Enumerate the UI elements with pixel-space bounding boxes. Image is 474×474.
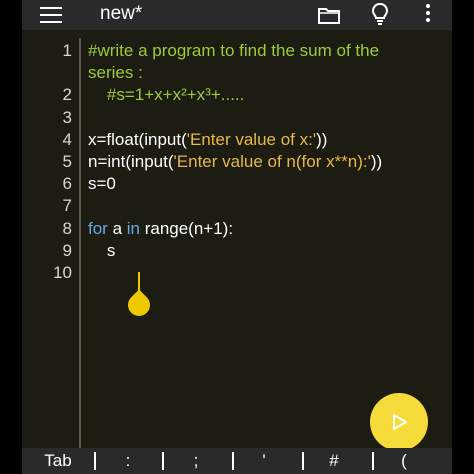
code-text: n=int(input('Enter value of n(for x**n):… (88, 151, 382, 173)
code-line[interactable]: 7 (22, 195, 452, 217)
key-open-paren[interactable]: ( (380, 448, 428, 474)
code-token: s=0 (88, 174, 116, 194)
key-separator (162, 452, 164, 470)
code-token: n=int(input( (88, 152, 174, 171)
code-line[interactable]: 8 for a in range(n+1): (22, 218, 452, 240)
cursor-handle[interactable] (123, 289, 155, 321)
play-icon (393, 414, 407, 430)
code-token: for (88, 218, 108, 238)
line-number: 7 (62, 196, 72, 216)
code-editor[interactable]: 1 #write a program to find the sum of the… (22, 30, 452, 448)
code-text: for a in range(n+1): (88, 218, 233, 240)
key-separator (372, 452, 374, 470)
line-number: 1 (62, 41, 72, 60)
code-token: 'Enter value of n(for x**n):' (173, 152, 371, 171)
line-number: 10 (53, 263, 72, 282)
app-toolbar: new* (22, 0, 452, 30)
key-hash[interactable]: # (310, 448, 358, 474)
more-vertical-icon[interactable] (425, 4, 431, 24)
line-number: 8 (62, 218, 72, 238)
code-line[interactable]: 5 n=int(input('Enter value of n(for x**n)… (22, 151, 452, 173)
code-line[interactable]: 4 x=float(input('Enter value of x:')) (22, 129, 452, 151)
app-screen: new* 1 #write a program to find the sum o… (0, 0, 474, 474)
code-token: )) (316, 129, 328, 149)
code-token: in (126, 218, 140, 238)
code-line[interactable]: 1 #write a program to find the sum of the (22, 40, 452, 62)
hamburger-menu-icon[interactable] (40, 7, 62, 23)
code-line[interactable]: 3 (22, 107, 452, 129)
code-token: a (107, 218, 127, 238)
right-border (452, 0, 474, 474)
key-quote[interactable]: ' (240, 448, 288, 474)
line-number: 9 (62, 240, 72, 260)
code-line[interactable]: 6 s=0 (22, 173, 452, 195)
run-button[interactable] (370, 393, 428, 451)
code-text: #s=1+x+x²+x³+..... (88, 84, 245, 106)
code-line[interactable]: 9 s (22, 240, 452, 262)
code-token: x=float(input( (88, 129, 187, 149)
line-number: 4 (62, 129, 72, 149)
extra-keys-bar: Tab : ; ' # ( (22, 448, 452, 474)
key-separator (94, 452, 96, 470)
code-text: s (88, 240, 116, 262)
code-line[interactable]: 2 #s=1+x+x²+x³+..... (22, 84, 452, 106)
code-line[interactable]: 10 (22, 262, 452, 284)
code-token: s (88, 240, 116, 260)
key-separator (232, 452, 234, 470)
left-border (0, 0, 22, 474)
code-text: x=float(input('Enter value of x:')) (88, 129, 327, 151)
code-text: series : (88, 62, 143, 84)
line-number: 2 (62, 85, 72, 105)
key-tab[interactable]: Tab (30, 448, 86, 474)
code-token: #write a program to find the sum of the (88, 41, 380, 60)
code-token: series : (88, 63, 143, 83)
file-title: new* (100, 3, 143, 24)
line-number: 3 (62, 107, 72, 127)
code-token: 'Enter value of x:' (186, 129, 317, 149)
code-token: #s=1+x+x²+x³+..... (88, 85, 245, 105)
key-semicolon[interactable]: ; (172, 448, 220, 474)
key-colon[interactable]: : (104, 448, 152, 474)
code-token: )) (370, 152, 383, 171)
key-separator (302, 452, 304, 470)
code-text: #write a program to find the sum of the (88, 40, 379, 62)
code-token: range(n+1): (139, 218, 234, 238)
code-text: s=0 (88, 173, 116, 195)
code-line[interactable]: series : (22, 62, 452, 84)
line-number: 5 (62, 152, 72, 171)
line-number: 6 (62, 174, 72, 194)
folder-icon[interactable] (318, 6, 340, 24)
lightbulb-icon[interactable] (371, 3, 389, 25)
